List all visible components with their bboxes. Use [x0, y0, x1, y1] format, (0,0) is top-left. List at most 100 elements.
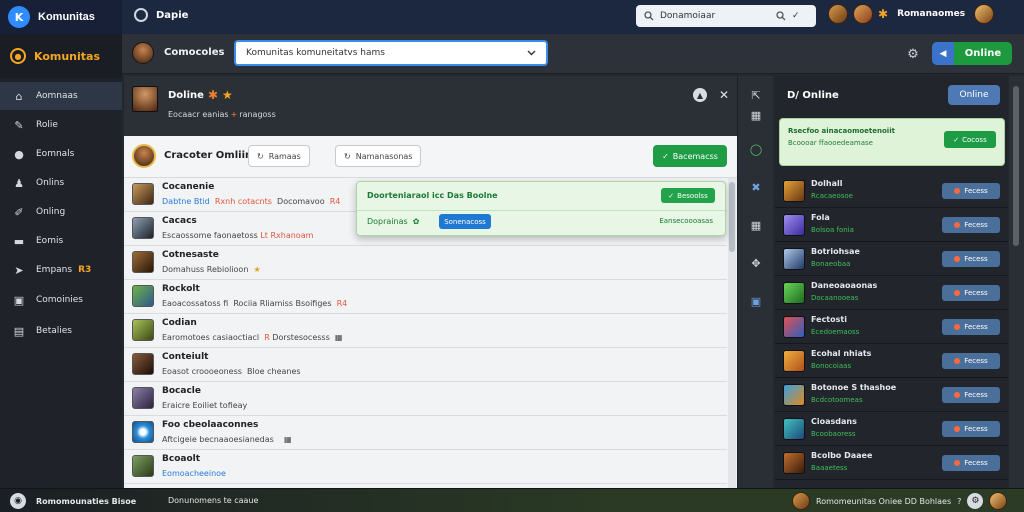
primary-action-button[interactable]: ✓ Bacemacss [653, 145, 727, 167]
scrollbar-thumb[interactable] [1013, 86, 1019, 246]
grid-icon[interactable]: ▦ [738, 216, 774, 234]
check-icon: ✓ [953, 135, 960, 144]
sidebar-item-home[interactable]: ⌂ Aomnaas [0, 82, 122, 110]
avatar[interactable] [132, 144, 156, 168]
online-filter-button[interactable]: Online [948, 85, 1000, 105]
top-bar: K Komunitas Dapie ✓ ✱ Romanaomes [0, 0, 1024, 34]
follow-button[interactable]: Fecess [942, 217, 1000, 233]
follow-button[interactable]: Fecess [942, 353, 1000, 369]
user-avatar[interactable] [974, 4, 995, 24]
settings-icon[interactable]: ⚙ [967, 493, 984, 509]
avatar [132, 217, 154, 239]
up-icon[interactable]: ▲ [692, 88, 707, 102]
grid-icon: ▦ [334, 333, 343, 342]
search-input[interactable] [660, 11, 770, 21]
follow-button[interactable]: Fecess [942, 319, 1000, 335]
online-panel-scrollbar[interactable] [1009, 76, 1024, 488]
share-icon[interactable]: ✖ [738, 178, 774, 196]
sidebar-item-users[interactable]: ♟ Onlins [0, 169, 122, 197]
sidebar: ● Komunitas ⌂ Aomnaas ✎ Rolie ● Eomnals … [0, 34, 122, 488]
list-item[interactable]: Dolhall Rcacaeosoe Fecess [775, 174, 1008, 208]
table-row[interactable]: Bcoaolt Eomoacheeinoe [124, 450, 727, 484]
invite-card-button[interactable]: ✓ Cocoss [944, 131, 996, 148]
community-select[interactable]: Komunitas komuneitatvs hams [234, 40, 548, 66]
online-user-name: Dolhall [811, 179, 843, 188]
popover-secondary-button[interactable]: Sonenacoss [439, 214, 491, 229]
image-icon[interactable]: ▣ [738, 292, 774, 310]
avatar [783, 214, 805, 236]
follow-button[interactable]: Fecess [942, 387, 1000, 403]
table-row[interactable]: Rockolt Eaoacossatoss fi Rociia Rliamiss… [124, 280, 727, 314]
avatar[interactable] [828, 4, 848, 24]
sidebar-item-label: Betalies [36, 326, 72, 336]
avatar [132, 285, 154, 307]
avatar[interactable] [792, 492, 810, 510]
follow-button[interactable]: Fecess [942, 455, 1000, 471]
sidebar-item-chat[interactable]: ● Eomnals [0, 140, 122, 168]
brand[interactable]: K Komunitas [0, 0, 122, 34]
follow-button[interactable]: Fecess [942, 251, 1000, 267]
table-row[interactable]: Codian Earomotoes casiaoctiacl R Dorstes… [124, 314, 727, 348]
user-strip: ✱ Romanaomes [828, 4, 995, 24]
follow-button[interactable]: Fecess [942, 285, 1000, 301]
list-item[interactable]: Daneoaoaonas Docaanooeas Fecess [775, 276, 1008, 310]
avatar[interactable] [853, 4, 873, 24]
megaphone-icon: ➤ [14, 263, 24, 277]
list-item[interactable]: Fectosti Ecedoemaoss Fecess [775, 310, 1008, 344]
status-dot [954, 324, 961, 330]
sidebar-item-edit[interactable]: ✐ Onling [0, 198, 122, 226]
circle-icon [134, 8, 148, 22]
globe-icon[interactable]: ◉ [10, 493, 26, 509]
user-name[interactable]: Romanaomes [897, 9, 965, 19]
table-row[interactable]: Cotnesaste Domahuss Rebiolioon ★ [124, 246, 727, 280]
sidebar-item-files[interactable]: ▬ Eomis [0, 227, 122, 255]
online-button[interactable]: ◀ Online [932, 42, 1012, 65]
sidebar-item-label: Comoinies [36, 295, 83, 305]
popover-link[interactable]: Eansecoooasas [659, 217, 713, 225]
follow-button-label: Fecess [964, 289, 988, 297]
move-icon[interactable]: ✥ [738, 254, 774, 272]
table-row[interactable]: Conteiult Eoasot croooeoness Bloe cheane… [124, 348, 727, 382]
table-row[interactable]: Foo cbeolaaconnes Aftcigeie becnaaoesian… [124, 416, 727, 450]
follow-button[interactable]: Fecess [942, 183, 1000, 199]
users-icon: ♟ [14, 176, 24, 190]
gear-icon[interactable]: ⚙ [904, 45, 922, 63]
profile-avatar[interactable] [132, 86, 158, 112]
list-item[interactable]: Bcolbo Daaee Baaaetess Fecess [775, 446, 1008, 480]
row-detail-a: Eoasot croooeoness [162, 367, 242, 376]
list-item[interactable]: Botriohsae Bonaeobaa Fecess [775, 242, 1008, 276]
avatar [783, 418, 805, 440]
sub-nav-bar: Comocoles Komunitas komuneitatvs hams ⚙ … [122, 34, 1024, 74]
close-icon[interactable]: ✕ [719, 88, 729, 102]
footer-right-text: Romomeunitas Oniee DD Bohlaes [816, 496, 952, 506]
user-avatar[interactable] [989, 492, 1008, 510]
scrollbar-thumb[interactable] [729, 182, 735, 252]
list-item[interactable]: Fola Bolsoa fonia Fecess [775, 208, 1008, 242]
chat-icon[interactable]: ◯ [738, 140, 774, 158]
list-item[interactable]: Botonoe S thashoe Bcdcotoomeas Fecess [775, 378, 1008, 412]
filter-chip-label: Namanasonas [355, 151, 413, 161]
avatar[interactable] [132, 42, 154, 64]
grid-icon[interactable]: ▦ [738, 106, 774, 124]
sidebar-item-members[interactable]: ▣ Comoinies [0, 286, 122, 314]
sidebar-item-profile[interactable]: ✎ Rolie [0, 111, 122, 139]
list-item[interactable]: Ecohal nhiats Bonocoiaas Fecess [775, 344, 1008, 378]
follow-button[interactable]: Fecess [942, 421, 1000, 437]
list-item[interactable]: Cioasdans Bcoobaoress Fecess [775, 412, 1008, 446]
search-box[interactable]: ✓ [636, 5, 816, 27]
list-scrollbar[interactable] [728, 178, 736, 488]
expand-icon[interactable]: ⇱ [738, 86, 774, 104]
sub-nav-title: Comocoles [164, 47, 225, 58]
leaf-icon: ✿ [412, 217, 420, 226]
row-detail-b: R [264, 333, 270, 342]
table-row[interactable]: Bocacle Eraicre Eoiliet tofieay [124, 382, 727, 416]
sidebar-item-calendar[interactable]: ▤ Betalies [0, 317, 122, 345]
filter-chip[interactable]: ↻ Namanasonas [335, 145, 422, 167]
search-icon[interactable] [776, 11, 786, 21]
filter-chip[interactable]: ↻ Ramaas [248, 145, 310, 167]
help-icon[interactable]: ? [957, 497, 961, 506]
sidebar-header[interactable]: ● Komunitas [0, 34, 122, 78]
chevron-down-icon[interactable]: ✓ [792, 11, 800, 21]
popover-accept-button[interactable]: ✓ Besoolss [661, 188, 715, 203]
sidebar-item-announcements[interactable]: ➤ Empans R3 [0, 256, 122, 284]
